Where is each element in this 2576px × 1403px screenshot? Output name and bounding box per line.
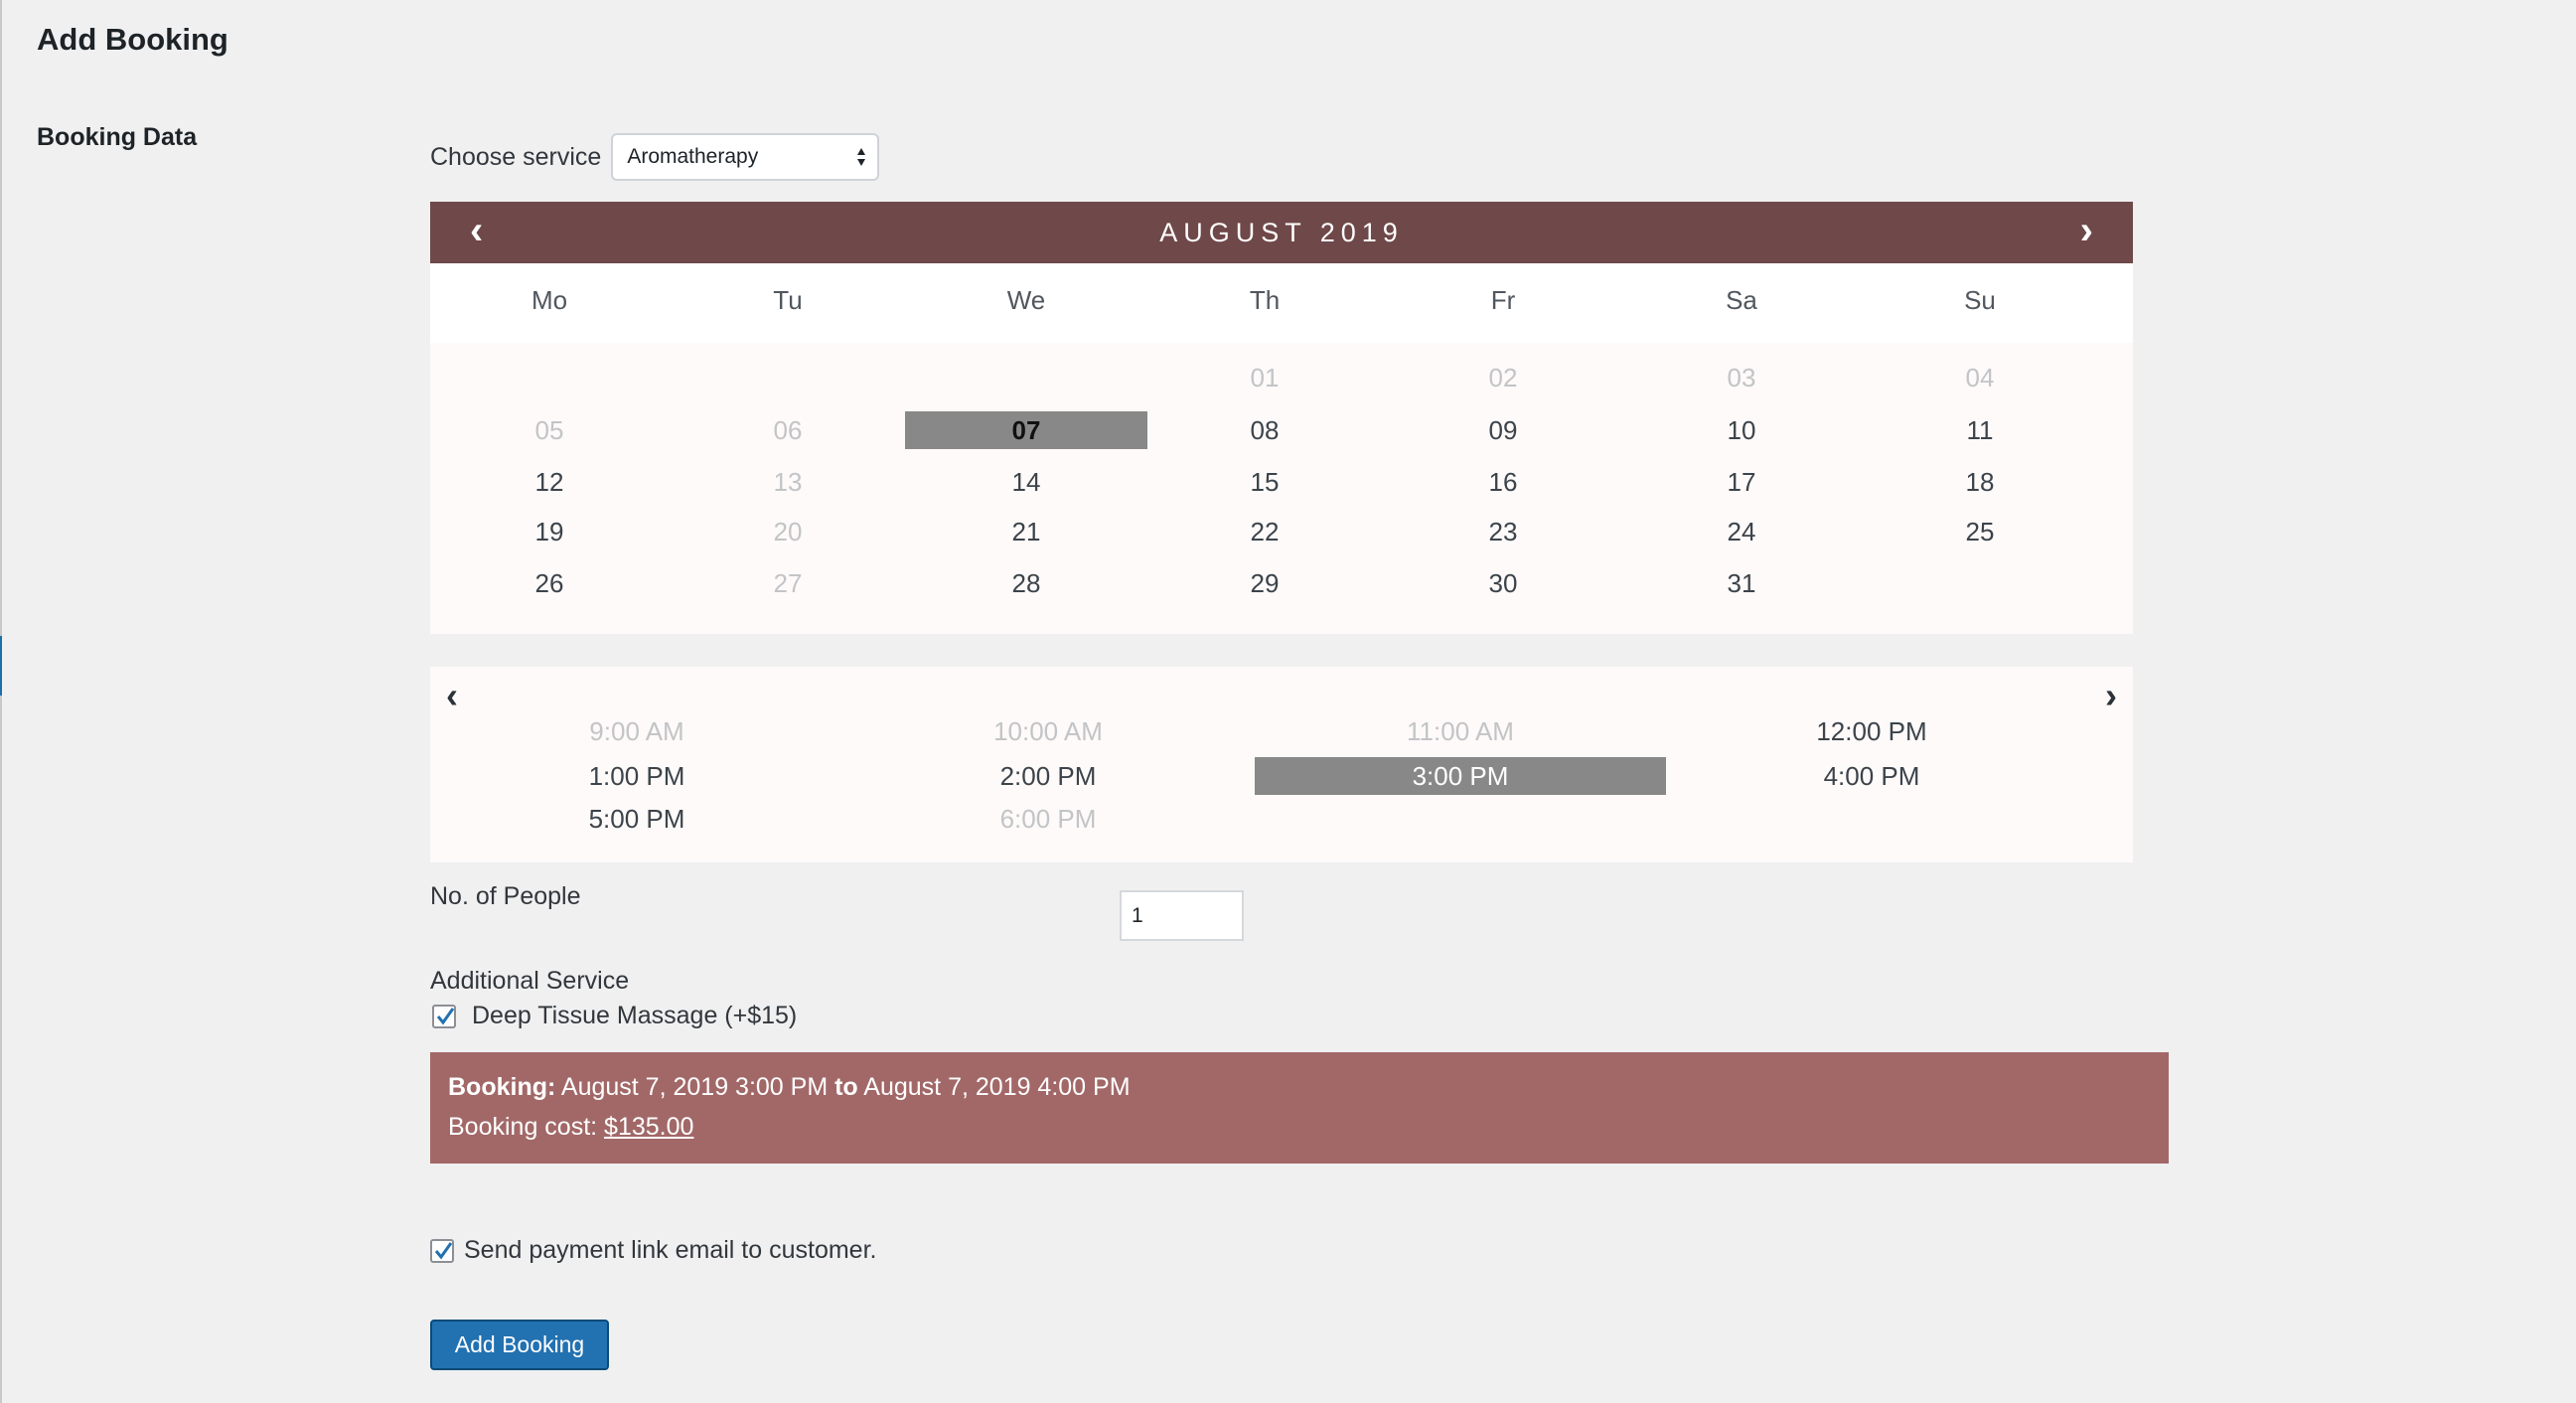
additional-service-option: Deep Tissue Massage (+$15): [432, 1002, 797, 1030]
calendar-weekday-row: Mo Tu We Th Fr Sa Su: [430, 263, 2133, 343]
calendar-day[interactable]: 15: [1143, 463, 1386, 501]
calendar-day[interactable]: 26: [428, 564, 671, 602]
booking-cost-label: Booking cost:: [448, 1113, 598, 1141]
admin-sidebar-edge: [0, 0, 2, 1403]
page-title: Add Booking: [37, 22, 228, 57]
people-label: No. of People: [430, 882, 581, 910]
checkmark-icon: [436, 1007, 455, 1024]
time-prev-icon[interactable]: ‹: [446, 675, 458, 716]
weekday-label: Su: [1964, 285, 1996, 315]
time-slot: 10:00 AM: [993, 716, 1103, 746]
time-slots: ‹ › 9:00 AM 10:00 AM 11:00 AM 12:00 PM 1:00 …: [430, 667, 2133, 862]
calendar-day[interactable]: 29: [1143, 564, 1386, 602]
calendar-day[interactable]: 12: [428, 463, 671, 501]
booking-summary-label: Booking:: [448, 1073, 556, 1101]
booking-summary-start: August 7, 2019 3:00 PM: [560, 1073, 829, 1101]
calendar-day[interactable]: 22: [1143, 513, 1386, 550]
select-arrows-icon: [857, 148, 866, 166]
calendar-day: 02: [1488, 363, 1518, 392]
calendar-day[interactable]: 09: [1382, 411, 1624, 449]
booking-summary-to: to: [834, 1073, 858, 1101]
weekday-label: Tu: [773, 285, 803, 315]
time-slot[interactable]: 5:00 PM: [431, 800, 842, 838]
people-input[interactable]: 1: [1120, 890, 1244, 941]
send-email-option: Send payment link email to customer.: [430, 1236, 876, 1265]
calendar-day: 01: [1250, 363, 1280, 392]
booking-summary-dates: Booking: August 7, 2019 3:00 PM to Augus…: [448, 1072, 2169, 1112]
calendar-day: 20: [773, 517, 803, 546]
send-email-label: Send payment link email to customer.: [464, 1236, 877, 1264]
checkmark-icon: [434, 1241, 453, 1259]
calendar-month-label: AUGUST 2019: [1159, 218, 1404, 247]
time-next-icon[interactable]: ›: [2105, 675, 2117, 716]
booking-summary-cost: Booking cost: $135.00: [448, 1112, 2169, 1152]
weekday-label: Fr: [1490, 285, 1516, 315]
calendar-day[interactable]: 23: [1382, 513, 1624, 550]
calendar-day: 27: [773, 568, 803, 598]
booking-summary-end: August 7, 2019 4:00 PM: [863, 1073, 1131, 1101]
calendar-day: 03: [1727, 363, 1756, 392]
time-slot[interactable]: 12:00 PM: [1666, 712, 2077, 750]
calendar-day: 05: [534, 415, 564, 445]
calendar-day: 06: [773, 415, 803, 445]
additional-service-checkbox[interactable]: [432, 1004, 456, 1028]
calendar-day[interactable]: 21: [905, 513, 1147, 550]
weekday-label: Sa: [1726, 285, 1757, 315]
weekday-label: Th: [1249, 285, 1281, 315]
calendar-day[interactable]: 14: [905, 463, 1147, 501]
calendar-day-selected[interactable]: 07: [905, 411, 1147, 449]
additional-service-option-label: Deep Tissue Massage (+$15): [472, 1002, 798, 1029]
time-slot[interactable]: 4:00 PM: [1666, 757, 2077, 795]
calendar-day: 13: [773, 467, 803, 497]
booking-calendar: ‹ AUGUST 2019 › Mo Tu We Th Fr Sa Su 01 02 03 04 0…: [430, 202, 2133, 634]
calendar-day[interactable]: 08: [1143, 411, 1386, 449]
calendar-day[interactable]: 11: [1859, 411, 2101, 449]
send-email-checkbox[interactable]: [430, 1238, 454, 1263]
calendar-day[interactable]: 25: [1859, 513, 2101, 550]
time-slot: 11:00 AM: [1407, 716, 1514, 746]
time-slot: 9:00 AM: [589, 716, 684, 746]
calendar-day[interactable]: 10: [1620, 411, 1863, 449]
admin-sidebar-accent: [0, 636, 2, 696]
time-slot[interactable]: 2:00 PM: [842, 757, 1254, 795]
calendar-header: ‹ AUGUST 2019 ›: [430, 202, 2133, 263]
calendar-day[interactable]: 16: [1382, 463, 1624, 501]
time-slot[interactable]: 1:00 PM: [431, 757, 842, 795]
calendar-day[interactable]: 24: [1620, 513, 1863, 550]
weekday-label: Mo: [530, 285, 568, 315]
calendar-next-month-icon[interactable]: ›: [2080, 202, 2093, 263]
additional-service-label: Additional Service: [430, 967, 630, 995]
service-select-value: Aromatherapy: [627, 145, 759, 168]
calendar-day[interactable]: 18: [1859, 463, 2101, 501]
service-label: Choose service: [430, 142, 602, 171]
time-slot-selected[interactable]: 3:00 PM: [1255, 757, 1666, 795]
calendar-day[interactable]: 19: [428, 513, 671, 550]
calendar-day[interactable]: 28: [905, 564, 1147, 602]
weekday-label: We: [1006, 285, 1046, 315]
calendar-day[interactable]: 31: [1620, 564, 1863, 602]
section-label: Booking Data: [37, 123, 198, 151]
service-select[interactable]: Aromatherapy: [611, 133, 880, 181]
service-row: Choose service Aromatherapy: [430, 132, 880, 182]
booking-cost-link[interactable]: $135.00: [604, 1113, 693, 1141]
calendar-day[interactable]: 30: [1382, 564, 1624, 602]
add-booking-button[interactable]: Add Booking: [430, 1320, 609, 1370]
calendar-day[interactable]: 17: [1620, 463, 1863, 501]
calendar-day: 04: [1965, 363, 1995, 392]
booking-summary: Booking: August 7, 2019 3:00 PM to Augus…: [430, 1052, 2169, 1164]
time-slot: 6:00 PM: [999, 804, 1097, 834]
